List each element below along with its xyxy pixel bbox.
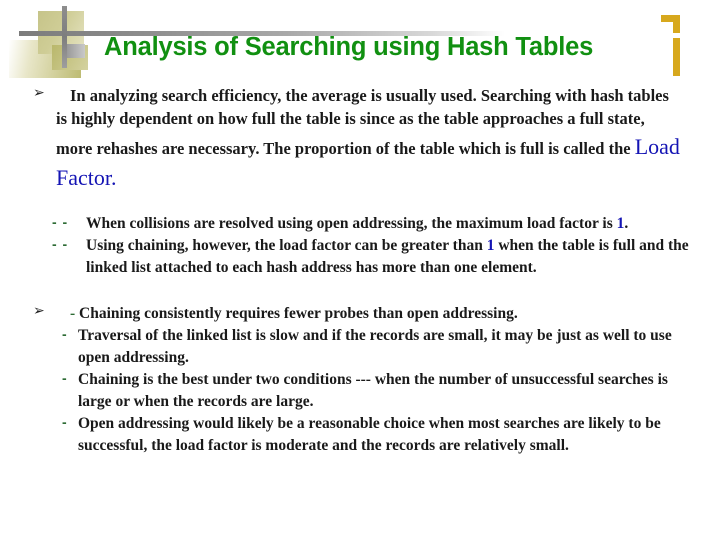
bullet-main-2-first-line-text: Chaining consistently requires fewer pro… [79, 305, 518, 323]
dash-bullet-3: - Open addressing would likely be a reaso… [62, 413, 690, 457]
slide-canvas: Analysis of Searching using Hash Tables … [0, 0, 720, 540]
dash-bullet-1: - Traversal of the linked list is slow an… [62, 325, 690, 369]
sub-bullet-2: - - Using chaining, however, the load fac… [52, 235, 690, 279]
sub-bullet-2-text-before: Using chaining, however, the load factor… [86, 237, 487, 255]
decorative-gold-bracket-drop [673, 15, 680, 33]
sub-bullet-group: - - When collisions are resolved using op… [0, 213, 720, 279]
slide-title: Analysis of Searching using Hash Tables [104, 33, 594, 61]
bullet-main-2-first-line: - Chaining consistently requires fewer p… [56, 303, 690, 325]
bullet-main-1-text-part1: In analyzing search efficiency, the aver… [56, 86, 669, 158]
dash-bullet-2: - Chaining is the best under two conditio… [62, 369, 690, 413]
double-dash-bullet-icon: - - [52, 236, 69, 253]
dash-bullet-icon: - [62, 326, 67, 343]
sub-bullet-1-text-before: When collisions are resolved using open … [86, 215, 617, 233]
sub-bullet-1: - - When collisions are resolved using op… [52, 213, 690, 235]
bullet-main-1-text-part2: . [111, 165, 117, 191]
bullet-main-2: ➢ - Chaining consistently requires fewer… [0, 303, 720, 457]
dash-bullet-list: - Traversal of the linked list is slow an… [56, 325, 690, 457]
decorative-gray-tab [67, 44, 85, 58]
dash-bullet-3-text: Open addressing would likely be a reason… [78, 415, 661, 455]
dash-bullet-2-text: Chaining is the best under two condition… [78, 371, 668, 411]
sub-bullet-1-text-after: . [624, 215, 629, 233]
dash-bullet-icon: - [70, 305, 76, 323]
bullet-main-1-text: In analyzing search efficiency, the aver… [56, 84, 684, 193]
slide-body: ➢ In analyzing search efficiency, the av… [0, 84, 720, 457]
dash-bullet-1-text: Traversal of the linked list is slow and… [78, 327, 672, 367]
arrowhead-bullet-icon: ➢ [33, 85, 45, 101]
arrowhead-bullet-icon: ➢ [33, 303, 45, 320]
decorative-vertical-rule [62, 6, 67, 68]
dash-bullet-icon: - [62, 414, 67, 431]
bullet-main-1: ➢ In analyzing search efficiency, the av… [0, 84, 720, 193]
double-dash-bullet-icon: - - [52, 214, 69, 231]
dash-bullet-icon: - [62, 370, 67, 387]
